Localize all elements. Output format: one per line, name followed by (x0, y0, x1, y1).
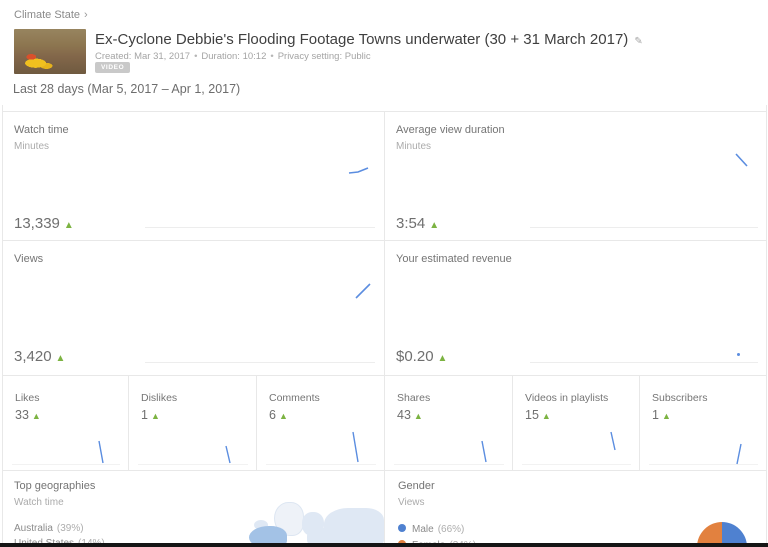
videos-in-playlists-sparkline (610, 431, 616, 451)
video-privacy: Privacy setting: Public (277, 51, 371, 62)
likes-card: Likes 33 ▲ (2, 375, 128, 470)
gender-item-pct: (66%) (437, 524, 465, 535)
trend-up-icon: ▲ (413, 411, 423, 421)
revenue-sparkline-point (737, 353, 740, 356)
trend-up-icon: ▲ (437, 353, 448, 364)
estimated-revenue-label[interactable]: Your estimated revenue (396, 253, 512, 265)
comments-label[interactable]: Comments (269, 392, 320, 404)
video-created: Created: Mar 31, 2017 (95, 51, 191, 62)
views-card: Views 3,420 ▲ (2, 240, 384, 375)
trend-up-icon: ▲ (429, 220, 440, 231)
comments-card: Comments 6 ▲ (256, 375, 384, 470)
dislikes-value: 1 (141, 408, 148, 422)
trend-up-icon: ▲ (31, 411, 41, 421)
sparkline-baseline (522, 464, 631, 465)
top-geographies-card: Top geographies Watch time Australia (39%… (2, 470, 384, 547)
views-sparkline (355, 283, 371, 299)
watch-time-card: Watch time Minutes 13,339 ▲ (2, 111, 384, 240)
shares-label[interactable]: Shares (397, 392, 430, 404)
trend-up-icon: ▲ (661, 411, 671, 421)
trend-up-icon: ▲ (278, 411, 288, 421)
video-title: Ex-Cyclone Debbie's Flooding Footage Tow… (95, 31, 629, 48)
sparkline-baseline (145, 362, 375, 363)
edit-icon[interactable]: ✎ (634, 36, 642, 47)
dislikes-label[interactable]: Dislikes (141, 392, 177, 404)
sparkline-baseline (530, 362, 758, 363)
subscribers-card: Subscribers 1 ▲ (639, 375, 766, 470)
video-thumbnail[interactable] (14, 29, 86, 74)
gender-unit: Views (398, 497, 425, 508)
trend-up-icon: ▲ (541, 411, 551, 421)
estimated-revenue-value: $0.20 (396, 348, 434, 365)
shares-value: 43 (397, 408, 411, 422)
estimated-revenue-card: Your estimated revenue $0.20 ▲ (384, 240, 766, 375)
watch-time-label[interactable]: Watch time (14, 124, 69, 136)
videos-in-playlists-value: 15 (525, 408, 539, 422)
shares-card: Shares 43 ▲ (384, 375, 512, 470)
comments-sparkline (352, 431, 359, 463)
geo-item-name: Australia (14, 523, 53, 534)
dislikes-sparkline (225, 445, 231, 464)
avg-view-duration-card: Average view duration Minutes 3:54 ▲ (384, 111, 766, 240)
sparkline-baseline (145, 227, 375, 228)
top-geographies-unit: Watch time (14, 497, 64, 508)
trend-up-icon: ▲ (63, 220, 74, 231)
divider (766, 105, 767, 543)
shares-sparkline (481, 440, 487, 463)
video-type-badge: VIDEO (95, 62, 131, 73)
likes-label[interactable]: Likes (15, 392, 40, 404)
subscribers-value: 1 (652, 408, 659, 422)
youtube-analytics-page: Climate State › Ex-Cyclone Debbie's Flood… (0, 0, 768, 547)
trend-up-icon: ▲ (150, 411, 160, 421)
dislikes-card: Dislikes 1 ▲ (128, 375, 256, 470)
subscribers-sparkline (736, 443, 742, 465)
likes-sparkline (98, 440, 104, 464)
top-geographies-label[interactable]: Top geographies (14, 480, 95, 492)
likes-value: 33 (15, 408, 29, 422)
geo-item-pct: (39%) (56, 523, 84, 534)
views-value: 3,420 (14, 348, 52, 365)
watch-time-unit: Minutes (14, 141, 50, 152)
avg-view-duration-unit: Minutes (396, 141, 432, 152)
male-dot (398, 524, 406, 532)
avg-view-duration-value: 3:54 (396, 215, 426, 232)
comments-value: 6 (269, 408, 276, 422)
sparkline-baseline (530, 227, 758, 228)
gender-label[interactable]: Gender (398, 480, 435, 492)
subscribers-label[interactable]: Subscribers (652, 392, 707, 404)
avg-view-duration-sparkline (735, 153, 748, 167)
watch-time-value: 13,339 (14, 215, 60, 232)
gender-card: Gender Views Male(66%) Female(34%) (384, 470, 766, 547)
chevron-right-icon: › (84, 9, 88, 21)
gender-item-name: Male (412, 524, 434, 535)
bottom-edge-bar (0, 543, 768, 547)
trend-up-icon: ▲ (55, 353, 66, 364)
breadcrumb[interactable]: Climate State › (14, 9, 88, 21)
watch-time-sparkline (348, 167, 369, 174)
date-range[interactable]: Last 28 days (Mar 5, 2017 – Apr 1, 2017) (13, 82, 240, 96)
videos-in-playlists-card: Videos in playlists 15 ▲ (512, 375, 639, 470)
views-label[interactable]: Views (14, 253, 43, 265)
videos-in-playlists-label[interactable]: Videos in playlists (525, 392, 608, 404)
avg-view-duration-label[interactable]: Average view duration (396, 124, 505, 136)
video-meta: Created: Mar 31, 2017 • Duration: 10:12 • Pr… (95, 51, 371, 62)
breadcrumb-channel[interactable]: Climate State (14, 9, 80, 21)
video-duration: Duration: 10:12 (201, 51, 267, 62)
